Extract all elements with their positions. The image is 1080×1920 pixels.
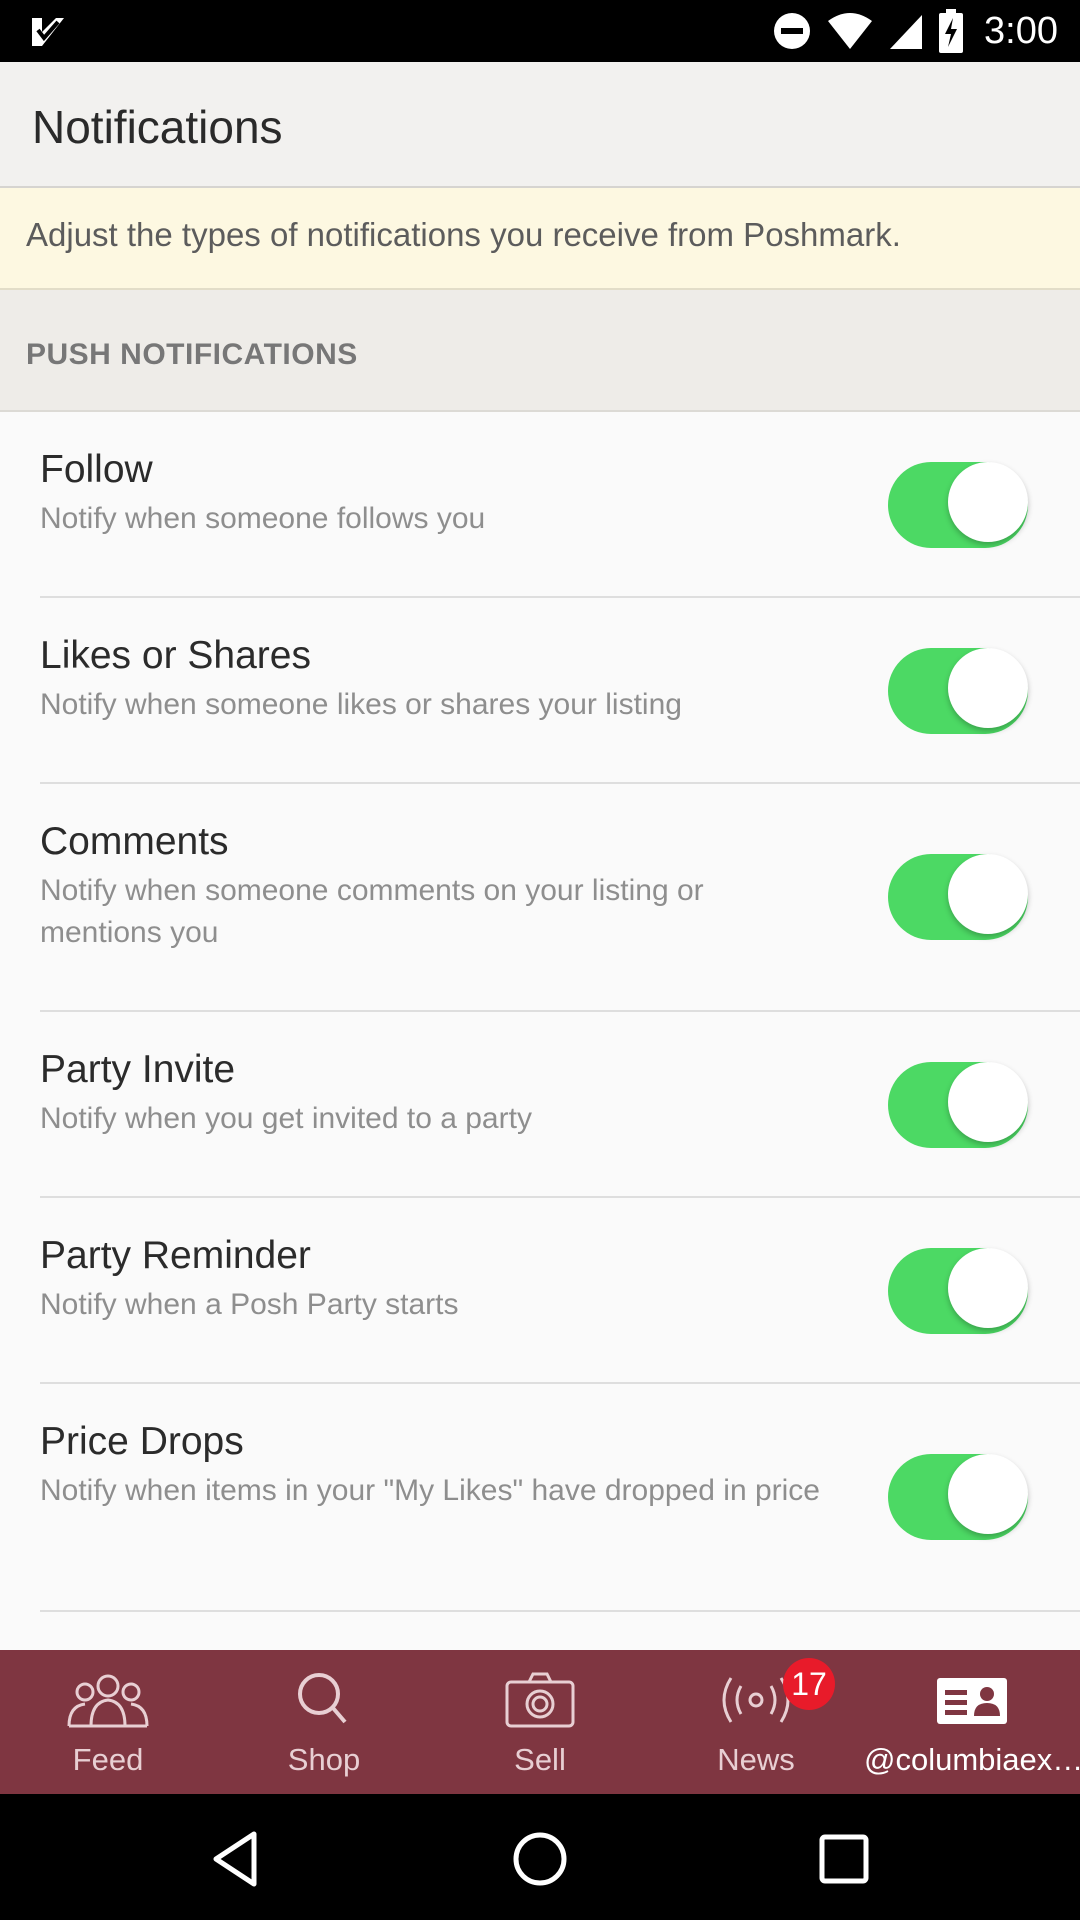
likes-or-shares-toggle[interactable]	[888, 648, 1028, 734]
status-icons: 3:00	[772, 0, 1058, 62]
section-title: PUSH NOTIFICATIONS	[26, 338, 358, 371]
nav-shop[interactable]: Shop	[216, 1650, 432, 1794]
info-banner: Adjust the types of notifications you re…	[0, 188, 1080, 290]
nav-label: @columbiaex…	[864, 1742, 1080, 1777]
status-time: 3:00	[984, 9, 1058, 52]
setting-row-party-reminder: Party Reminder Notify when a Posh Party …	[0, 1198, 1080, 1384]
notification-settings-list: Follow Notify when someone follows you L…	[0, 412, 1080, 1612]
setting-description: Notify when you get invited to a party	[40, 1102, 532, 1135]
toggle-knob	[948, 1062, 1028, 1142]
setting-row-follow: Follow Notify when someone follows you	[0, 412, 1080, 598]
nav-label: Shop	[287, 1742, 361, 1777]
setting-description: Notify when a Posh Party starts	[40, 1288, 459, 1321]
status-bar: 3:00	[0, 0, 1080, 62]
app-header: Notifications	[0, 62, 1080, 188]
page-title: Notifications	[32, 101, 283, 153]
setting-description: Notify when someone comments on your lis…	[40, 874, 704, 949]
recents-icon[interactable]	[809, 1824, 879, 1894]
nav-label: Sell	[514, 1742, 566, 1777]
search-icon	[298, 1673, 347, 1724]
nav-feed[interactable]: Feed	[0, 1650, 216, 1794]
nav-label: News	[717, 1742, 795, 1777]
home-icon[interactable]	[505, 1824, 575, 1894]
toggle-knob	[948, 462, 1028, 542]
toggle-knob	[948, 1454, 1028, 1534]
wifi-icon	[828, 13, 873, 49]
comments-toggle[interactable]	[888, 854, 1028, 940]
setting-row-likes-or-shares: Likes or Shares Notify when someone like…	[0, 598, 1080, 784]
news-badge: 17	[783, 1658, 835, 1710]
party-reminder-toggle[interactable]	[888, 1248, 1028, 1334]
setting-row-party-invite: Party Invite Notify when you get invited…	[0, 1012, 1080, 1198]
setting-label: Likes or Shares	[40, 634, 311, 677]
divider	[40, 1610, 1080, 1612]
people-icon	[67, 1674, 149, 1728]
info-banner-text: Adjust the types of notifications you re…	[26, 216, 901, 253]
price-drops-toggle[interactable]	[888, 1454, 1028, 1540]
setting-row-comments: Comments Notify when someone comments on…	[0, 784, 1080, 1012]
cell-signal-icon	[890, 15, 923, 49]
setting-row-price-drops: Price Drops Notify when items in your "M…	[0, 1384, 1080, 1612]
dnd-icon	[774, 13, 811, 49]
follow-toggle[interactable]	[888, 462, 1028, 548]
bottom-nav: Feed Shop Sell News @columbiaex…	[0, 1650, 1080, 1794]
nav-profile[interactable]: @columbiaex…	[864, 1650, 1080, 1794]
setting-label: Party Reminder	[40, 1234, 311, 1277]
battery-charging-icon	[939, 9, 964, 53]
toggle-knob	[948, 648, 1028, 728]
system-nav-bar	[0, 1794, 1080, 1920]
setting-label: Comments	[40, 820, 229, 863]
profile-card-icon	[937, 1678, 1007, 1724]
setting-label: Price Drops	[40, 1420, 244, 1463]
section-header: PUSH NOTIFICATIONS	[0, 290, 1080, 412]
check-logo-icon	[32, 18, 64, 46]
setting-description: Notify when someone likes or shares your…	[40, 688, 682, 721]
setting-label: Party Invite	[40, 1048, 236, 1091]
toggle-knob	[948, 854, 1028, 934]
setting-label: Follow	[40, 448, 153, 491]
nav-sell[interactable]: Sell	[432, 1650, 648, 1794]
back-icon[interactable]	[200, 1824, 270, 1894]
camera-icon	[505, 1672, 575, 1728]
nav-label: Feed	[72, 1742, 144, 1777]
setting-description: Notify when items in your "My Likes" hav…	[40, 1474, 820, 1507]
toggle-knob	[948, 1248, 1028, 1328]
setting-description: Notify when someone follows you	[40, 502, 486, 535]
party-invite-toggle[interactable]	[888, 1062, 1028, 1148]
